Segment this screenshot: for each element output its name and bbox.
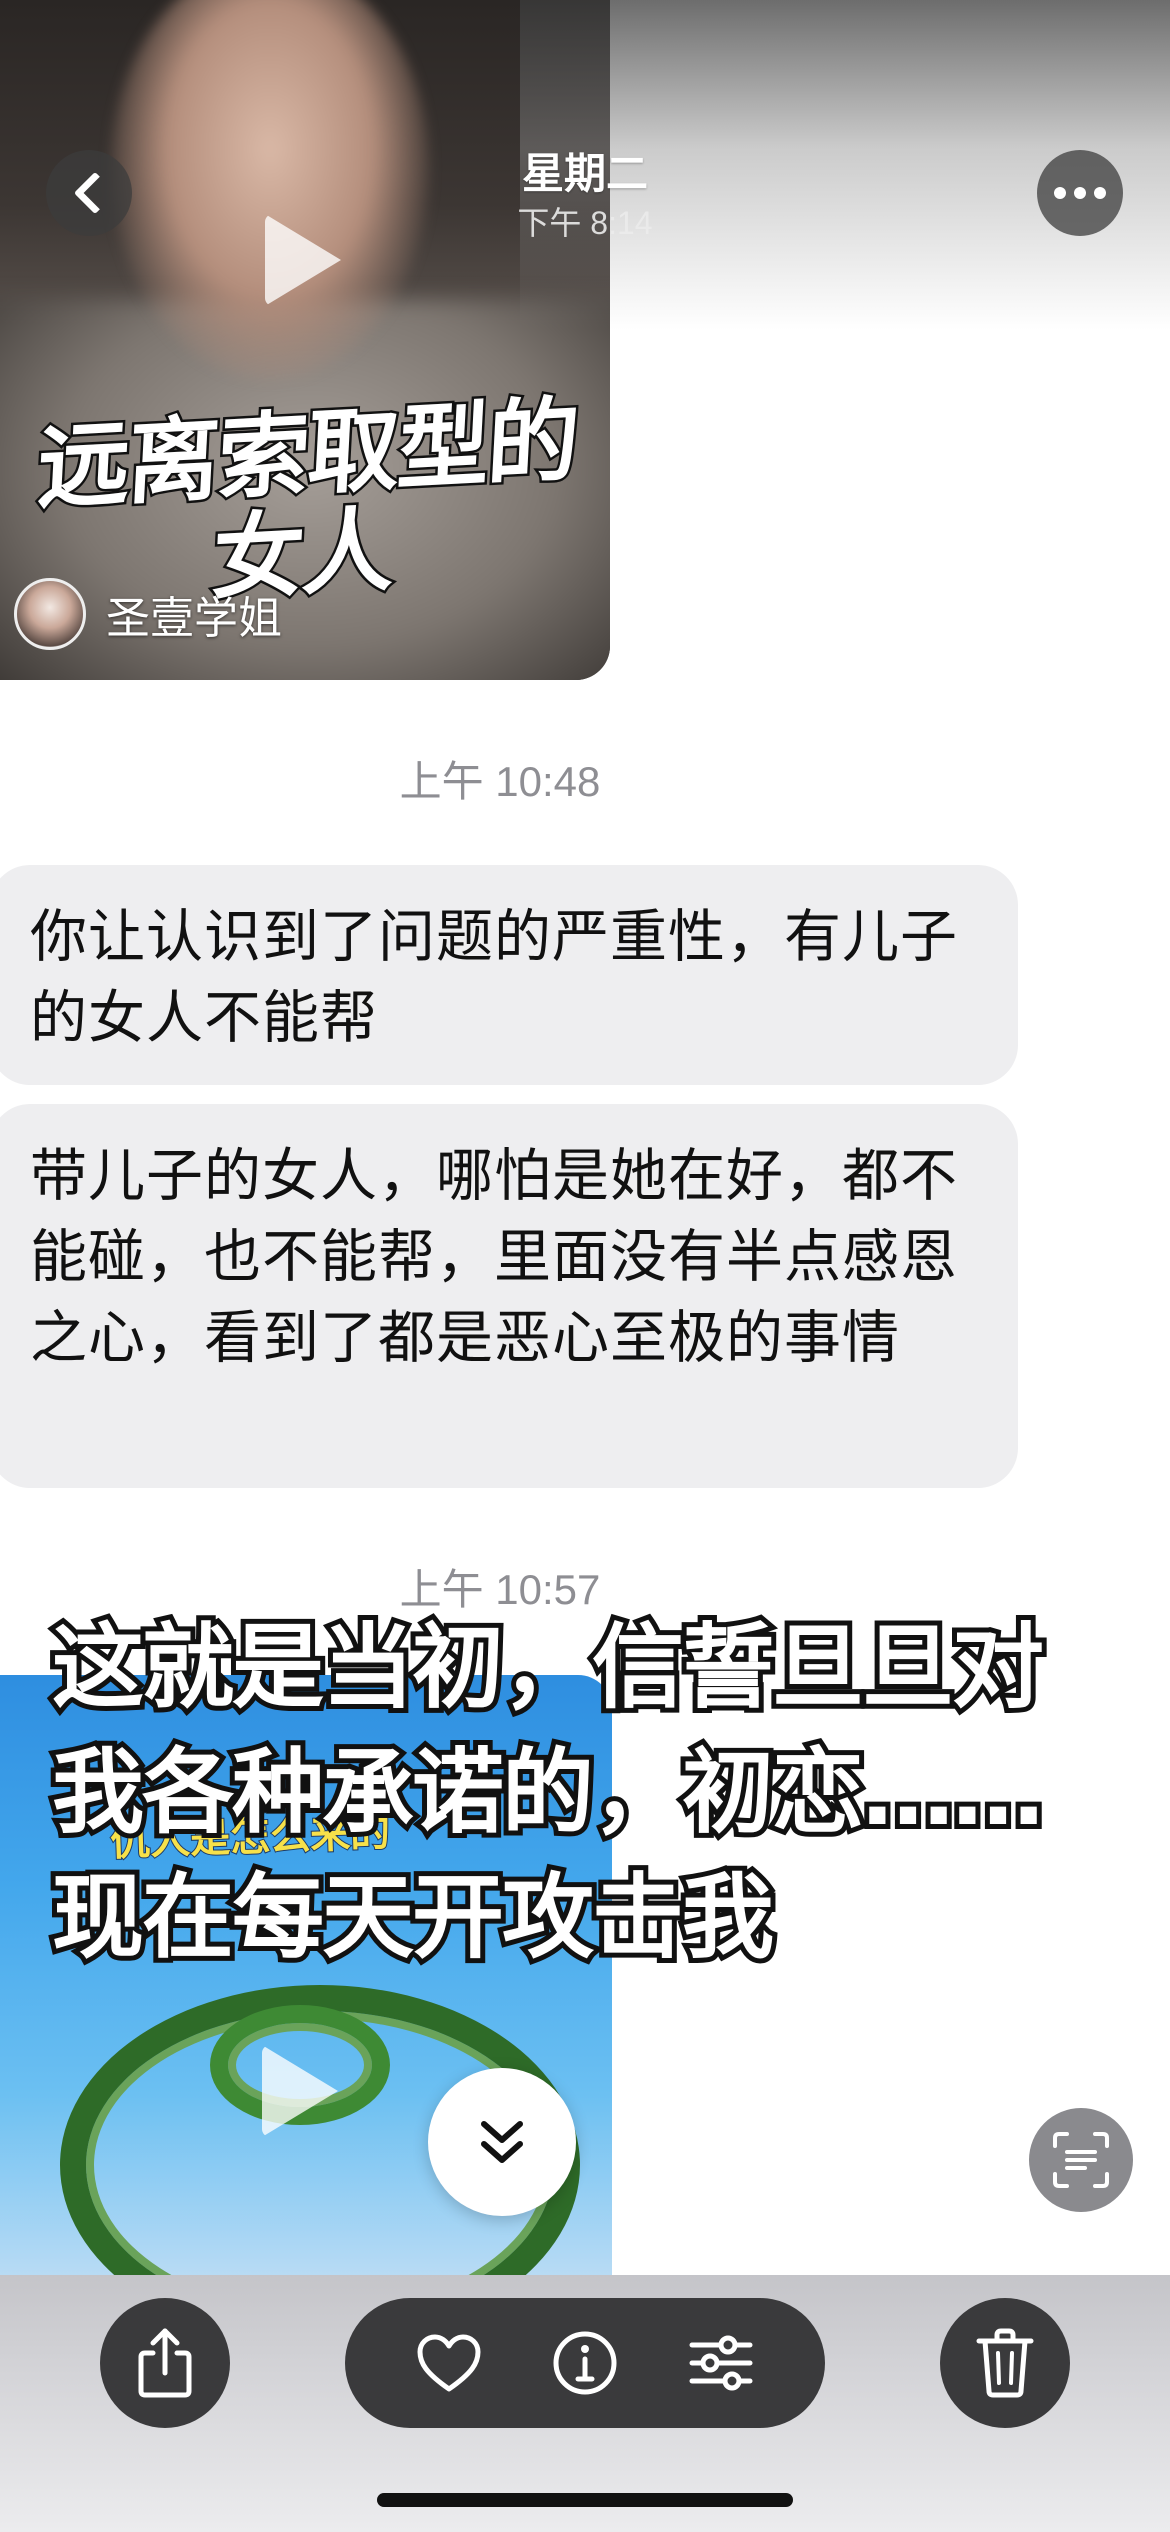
adjust-icon — [689, 2335, 753, 2391]
play-icon[interactable] — [265, 214, 341, 306]
home-indicator — [377, 2493, 793, 2507]
timestamp: 上午 10:48 — [399, 758, 601, 805]
video-author: 圣壹学姐 — [14, 578, 282, 650]
favorite-button[interactable] — [404, 2318, 494, 2408]
ellipsis-icon — [1054, 187, 1106, 199]
info-icon — [553, 2331, 617, 2395]
live-text-icon — [1053, 2132, 1109, 2188]
toolbar-actions-group — [345, 2298, 825, 2428]
chevron-left-icon — [73, 171, 117, 215]
message-bubble[interactable]: 你让认识到了问题的严重性，有儿子的女人不能帮 — [0, 865, 1018, 1085]
back-button[interactable] — [46, 150, 132, 236]
more-button[interactable] — [1037, 150, 1123, 236]
header-title: 星期二 — [521, 150, 648, 197]
share-button[interactable] — [100, 2298, 230, 2428]
adjust-button[interactable] — [676, 2318, 766, 2408]
info-button[interactable] — [540, 2318, 630, 2408]
message-bubble[interactable]: 带儿子的女人，哪怕是她在好，都不能碰，也不能帮，里面没有半点感恩之心，看到了都是… — [0, 1104, 1018, 1488]
play-icon[interactable] — [262, 2045, 338, 2137]
live-text-button[interactable] — [1029, 2108, 1133, 2212]
scroll-down-button[interactable] — [428, 2068, 576, 2216]
delete-button[interactable] — [940, 2298, 1070, 2428]
trash-icon — [976, 2328, 1034, 2398]
overlay-caption: 这就是当初，信誓旦旦对我各种承诺的，初恋……现在每天开攻击我 — [47, 1609, 1049, 1976]
video-thumbnail-top[interactable]: 远离索取型的女人 圣壹学姐 — [0, 0, 610, 680]
heart-icon — [417, 2334, 481, 2392]
share-icon — [138, 2328, 192, 2398]
header-subtitle: 下午 8:14 — [517, 205, 653, 241]
double-chevron-down-icon — [481, 2121, 523, 2163]
avatar — [14, 578, 86, 650]
author-name: 圣壹学姐 — [106, 593, 282, 644]
